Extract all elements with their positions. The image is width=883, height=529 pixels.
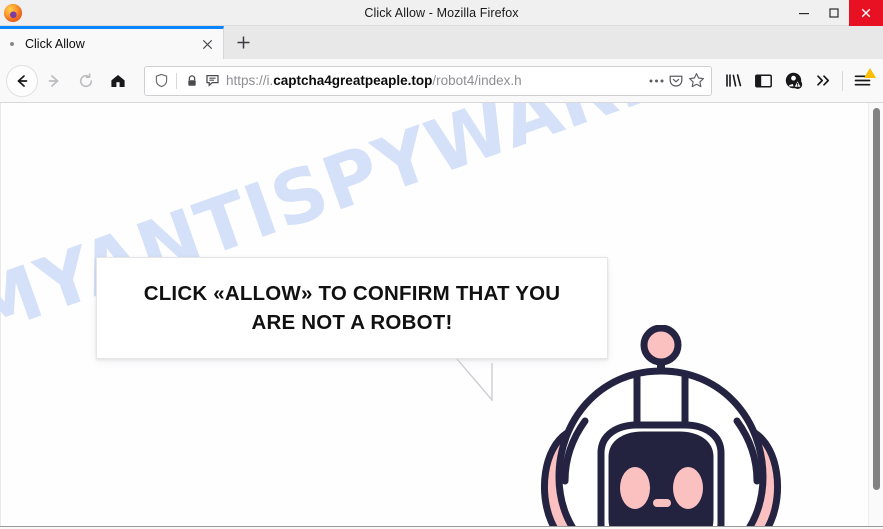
page-viewport: MYANTISPYWARE.COM CLICK «ALLOW» TO CONFI… (0, 103, 883, 527)
account-warning-icon[interactable] (778, 66, 808, 96)
toolbar-right-group (718, 66, 877, 96)
instruction-text: CLICK «ALLOW» TO CONFIRM THAT YOU ARE NO… (122, 279, 583, 337)
home-button[interactable] (102, 65, 134, 97)
identity-divider (176, 72, 177, 89)
friendly-robot-mascot (525, 325, 797, 526)
hamburger-menu-icon[interactable] (847, 66, 877, 96)
close-window-button[interactable] (849, 0, 883, 26)
instruction-line-2: ARE NOT A ROBOT! (251, 311, 453, 334)
notification-permission-icon[interactable] (202, 71, 222, 91)
toolbar-divider (842, 70, 843, 91)
url-bar-actions (646, 71, 706, 91)
forward-button[interactable] (38, 65, 70, 97)
reload-button[interactable] (70, 65, 102, 97)
pocket-icon[interactable] (666, 71, 686, 91)
sidebar-icon[interactable] (748, 66, 778, 96)
window-title: Click Allow - Mozilla Firefox (364, 5, 519, 20)
scrollbar-thumb[interactable] (873, 108, 880, 490)
url-domain: captcha4greatpeaple.top (273, 73, 433, 88)
close-tab-icon[interactable] (197, 34, 217, 54)
minimize-button[interactable] (789, 0, 819, 26)
shield-icon[interactable] (151, 71, 171, 91)
vertical-scrollbar[interactable] (868, 103, 883, 526)
instruction-line-1: CLICK «ALLOW» TO CONFIRM THAT YOU (143, 282, 561, 305)
url-text[interactable]: https://i.captcha4greatpeaple.top/robot4… (226, 73, 642, 88)
identity-box (151, 71, 222, 91)
title-bar: Click Allow - Mozilla Firefox (0, 0, 883, 26)
page-background: MYANTISPYWARE.COM CLICK «ALLOW» TO CONFI… (0, 103, 883, 526)
tab-favicon-icon (10, 42, 14, 46)
library-icon[interactable] (718, 66, 748, 96)
window-controls (789, 0, 883, 26)
warning-triangle-icon (864, 67, 876, 78)
firefox-browser-window: Click Allow - Mozilla Firefox Click Allo… (0, 0, 883, 529)
tab-title: Click Allow (25, 37, 85, 51)
back-button[interactable] (6, 64, 38, 97)
maximize-button[interactable] (819, 0, 849, 26)
new-tab-button[interactable] (224, 26, 262, 59)
tab-click-allow[interactable]: Click Allow (0, 26, 224, 59)
navigation-toolbar: https://i.captcha4greatpeaple.top/robot4… (0, 59, 883, 103)
padlock-icon[interactable] (182, 71, 202, 91)
star-icon[interactable] (686, 71, 706, 91)
bubble-tail (456, 358, 493, 401)
double-chevron-right-icon[interactable] (808, 66, 838, 96)
ellipsis-icon[interactable] (646, 71, 666, 91)
tab-strip: Click Allow (0, 26, 883, 59)
url-scheme: https:// (226, 73, 267, 88)
url-bar[interactable]: https://i.captcha4greatpeaple.top/robot4… (144, 65, 712, 96)
url-path: /robot4/index.h (432, 73, 522, 88)
